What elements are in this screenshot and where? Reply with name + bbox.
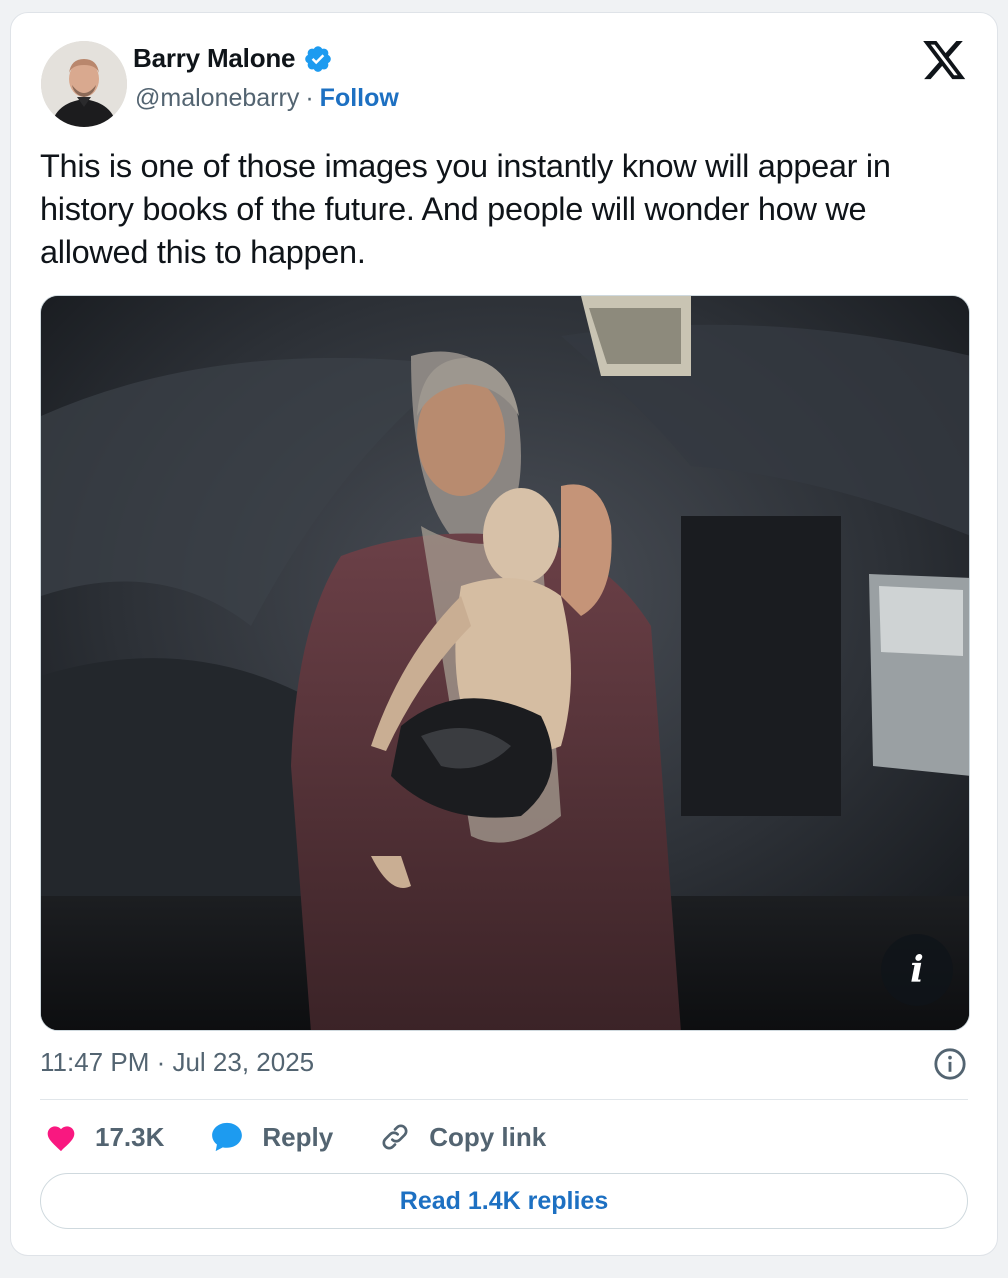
reply-button[interactable]: Reply <box>210 1121 333 1153</box>
link-icon <box>382 1124 408 1150</box>
heart-icon <box>47 1126 75 1152</box>
tweet-card: Barry Malone @malonebarry · Follow This … <box>10 12 998 1256</box>
action-bar: 17.3K Reply Copy link <box>45 1117 592 1157</box>
media-info-button[interactable]: i <box>881 934 953 1006</box>
like-button[interactable]: 17.3K <box>45 1122 164 1153</box>
author-handle-row: @malonebarry · Follow <box>135 84 399 113</box>
like-count: 17.3K <box>95 1121 165 1152</box>
reply-bubble-icon <box>212 1122 243 1152</box>
handle-separator: · <box>305 84 314 112</box>
copy-link-button[interactable]: Copy link <box>379 1121 546 1153</box>
reply-label: Reply <box>262 1121 334 1152</box>
media-photo <box>41 296 969 1030</box>
tweet-media[interactable]: i <box>40 295 970 1031</box>
author-name-row: Barry Malone <box>133 43 333 74</box>
verified-badge-icon <box>305 45 332 72</box>
author-name[interactable]: Barry Malone <box>133 43 296 74</box>
copy-link-label: Copy link <box>429 1121 547 1152</box>
tweet-text: This is one of those images you instantl… <box>40 148 891 270</box>
info-icon[interactable] <box>933 1047 967 1081</box>
tweet-timestamp[interactable]: 11:47 PM · Jul 23, 2025 <box>40 1047 314 1078</box>
author-avatar[interactable] <box>41 41 127 127</box>
avatar-photo <box>41 41 127 127</box>
divider <box>40 1099 968 1100</box>
author-handle[interactable]: @malonebarry <box>135 84 299 113</box>
read-replies-button[interactable]: Read 1.4K replies <box>40 1173 968 1229</box>
follow-button[interactable]: Follow <box>320 84 399 113</box>
x-logo-icon[interactable] <box>923 41 967 81</box>
